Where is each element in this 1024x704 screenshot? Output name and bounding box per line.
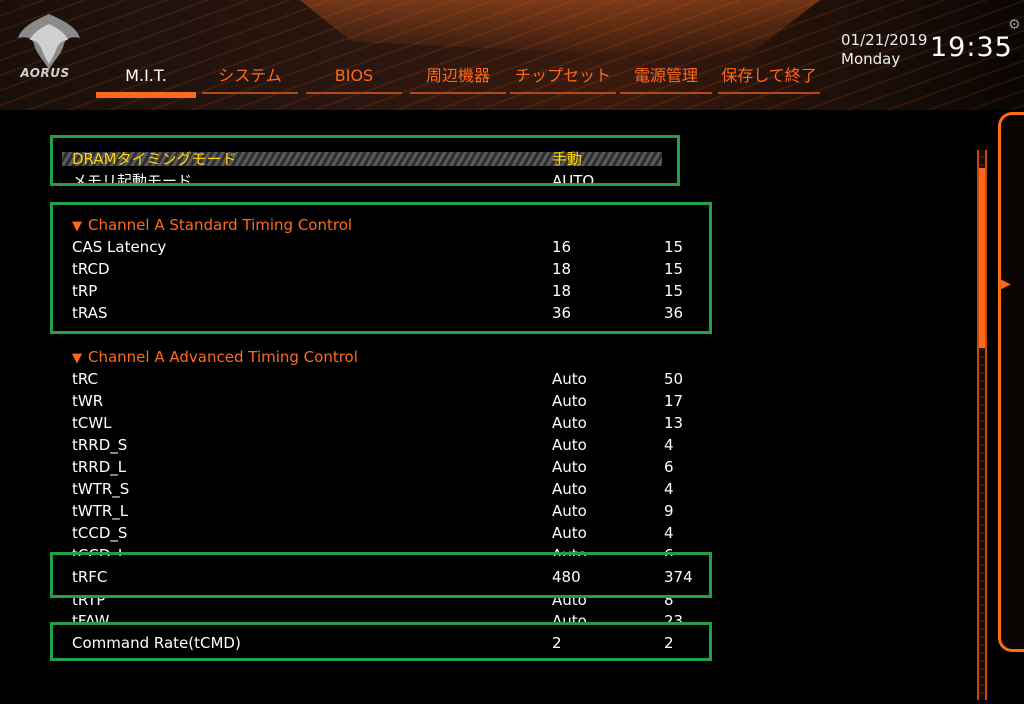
current-value: 6: [664, 458, 674, 476]
setting-label: tRTP: [72, 597, 106, 607]
scrollbar-thumb[interactable]: [979, 168, 985, 348]
section-title: Channel A Advanced Timing Control: [88, 348, 358, 366]
setting-label: tRRD_S: [72, 436, 128, 454]
current-value: 9: [664, 502, 674, 520]
current-value: 4: [664, 436, 674, 454]
date-display: 01/21/2019 Monday: [841, 31, 927, 69]
tab-chipset[interactable]: チップセット: [508, 62, 618, 100]
current-value: 50: [664, 370, 684, 388]
setting-trrd-l[interactable]: tRRD_L Auto 6: [72, 456, 712, 478]
tab-label: システム: [218, 66, 282, 85]
setting-value: Auto: [552, 612, 587, 622]
annotation-box-standard-timing: [50, 202, 712, 334]
current-value: 4: [664, 480, 674, 498]
tab-system[interactable]: システム: [200, 62, 300, 100]
setting-tccd-s[interactable]: tCCD_S Auto 4: [72, 522, 712, 544]
setting-value: Auto: [552, 458, 587, 476]
setting-value: Auto: [552, 524, 587, 542]
gear-icon[interactable]: ⚙: [1008, 18, 1022, 32]
tab-save-exit[interactable]: 保存して終了: [716, 62, 822, 100]
chevron-right-icon[interactable]: ▶: [1000, 276, 1011, 292]
tab-bios[interactable]: BIOS: [304, 62, 404, 100]
setting-trtp[interactable]: tRTP Auto 8: [72, 597, 712, 607]
tab-label: 電源管理: [633, 66, 698, 85]
current-value: 13: [664, 414, 684, 432]
setting-label: tWTR_L: [72, 502, 129, 520]
tab-peripherals[interactable]: 周辺機器: [408, 62, 508, 100]
setting-label: tRC: [72, 370, 99, 388]
setting-value: Auto: [552, 414, 587, 432]
annotation-box-dram-mode: [50, 135, 680, 186]
setting-value: Auto: [552, 370, 587, 388]
setting-label: tCWL: [72, 414, 112, 432]
setting-twr[interactable]: tWR Auto 17: [72, 390, 712, 412]
setting-label: tCCD_S: [72, 524, 128, 542]
tab-label: 周辺機器: [425, 66, 490, 85]
setting-tfaw[interactable]: tFAW Auto 23: [72, 612, 712, 622]
setting-value: Auto: [552, 480, 587, 498]
triangle-down-icon: ▼: [72, 351, 82, 366]
tab-label: BIOS: [334, 66, 374, 85]
annotation-box-trfc: [50, 552, 712, 598]
section-advanced-timing[interactable]: ▼ Channel A Advanced Timing Control: [72, 346, 358, 370]
tab-label: チップセット: [514, 66, 611, 85]
tab-mit[interactable]: M.I.T.: [96, 62, 196, 100]
current-value: 17: [664, 392, 684, 410]
day-text: Monday: [841, 50, 901, 68]
setting-label: tWTR_S: [72, 480, 130, 498]
setting-tcwl[interactable]: tCWL Auto 13: [72, 412, 712, 434]
setting-value: Auto: [552, 436, 587, 454]
setting-value: Auto: [552, 597, 587, 607]
clip-region: tFAW Auto 23: [0, 612, 720, 622]
tab-label: M.I.T.: [125, 66, 167, 85]
setting-label: tWR: [72, 392, 104, 410]
setting-value: Auto: [552, 392, 587, 410]
annotation-box-command-rate: [50, 622, 712, 661]
logo-text: AORUS: [20, 66, 70, 80]
current-value: 8: [664, 597, 674, 607]
setting-label: tRRD_L: [72, 458, 127, 476]
setting-twtr-s[interactable]: tWTR_S Auto 4: [72, 478, 712, 500]
setting-trrd-s[interactable]: tRRD_S Auto 4: [72, 434, 712, 456]
clock: 19:35: [930, 32, 1013, 63]
setting-value: Auto: [552, 502, 587, 520]
setting-trc[interactable]: tRC Auto 50: [72, 368, 712, 390]
tab-power[interactable]: 電源管理: [618, 62, 714, 100]
current-value: 23: [664, 612, 684, 622]
current-value: 4: [664, 524, 674, 542]
setting-twtr-l[interactable]: tWTR_L Auto 9: [72, 500, 712, 522]
tab-label: 保存して終了: [721, 66, 817, 85]
setting-label: tFAW: [72, 612, 110, 622]
date-text: 01/21/2019: [841, 31, 928, 49]
clip-region: tRTP Auto 8: [0, 597, 720, 607]
side-panel-handle[interactable]: [998, 112, 1024, 652]
